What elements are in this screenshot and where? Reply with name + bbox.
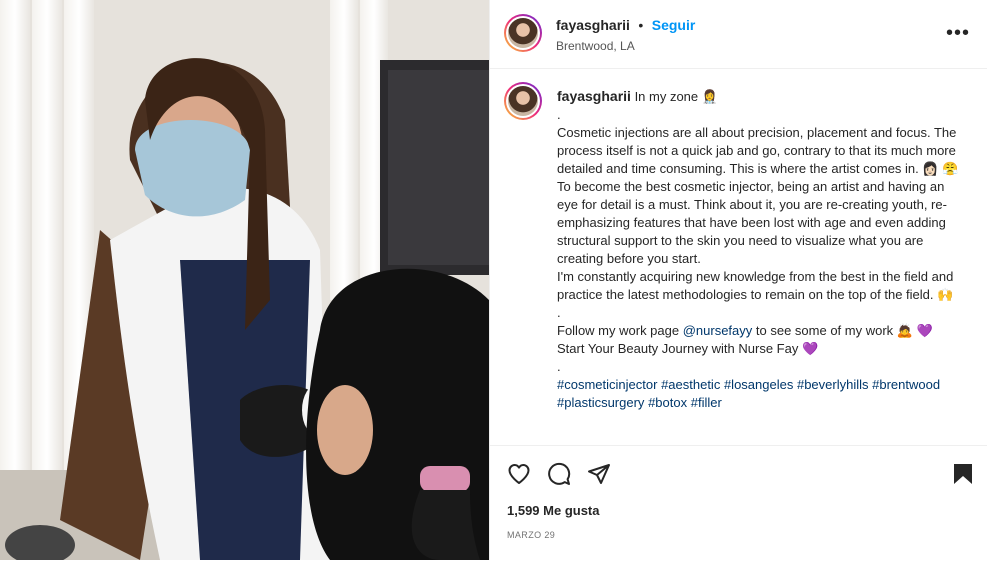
mention-link[interactable]: @nursefayy [683,323,753,338]
avatar-image [508,18,538,48]
caption-paragraph: To become the best cosmetic injector, be… [557,179,947,266]
bookmark-icon[interactable] [952,462,974,486]
avatar-image [508,86,538,116]
caption-avatar[interactable] [504,82,542,120]
more-options-icon[interactable]: ••• [946,22,970,45]
separator-dot: • [638,17,644,33]
caption-paragraph: Cosmetic injections are all about precis… [557,125,959,176]
hashtag-link[interactable]: #brentwood [872,377,940,392]
follow-button[interactable]: Seguir [652,17,696,33]
caption-first-line: In my zone 👩‍⚕️ [634,89,718,104]
caption-dot: . [557,359,561,374]
avatar[interactable] [504,14,542,52]
comment-icon[interactable] [547,462,571,486]
caption-paragraph: I'm constantly acquiring new knowledge f… [557,269,954,302]
caption-journey: Start Your Beauty Journey with Nurse Fay… [557,341,819,356]
post-sidebar: fayasgharii • Seguir Brentwood, LA ••• f… [489,0,987,560]
post-image [0,0,489,560]
caption-follow-text: to see some of my work 🙇 💜 [752,323,933,338]
hashtag-link[interactable]: #losangeles [724,377,793,392]
hashtag-link[interactable]: #beverlyhills [797,377,869,392]
post-date[interactable]: MARZO 29 [507,530,555,540]
caption-area: fayasgharii In my zone 👩‍⚕️ . Cosmetic i… [490,69,987,445]
caption-dot: . [557,107,561,122]
caption-dot: . [557,305,561,320]
hashtag-link[interactable]: #botox [648,395,687,410]
hashtag-link[interactable]: #plasticsurgery [557,395,644,410]
post-photo[interactable] [0,0,489,560]
hashtag-list: #cosmeticinjector #aesthetic #losangeles… [557,376,967,412]
post-header: fayasgharii • Seguir Brentwood, LA ••• [490,0,987,69]
header-username[interactable]: fayasgharii [556,17,630,33]
hashtag-link[interactable]: #cosmeticinjector [557,377,657,392]
hashtag-link[interactable]: #filler [691,395,722,410]
heart-icon[interactable] [507,462,531,486]
caption-follow-text: Follow my work page [557,323,683,338]
caption-text: fayasgharii In my zone 👩‍⚕️ . Cosmetic i… [557,87,967,412]
post-actions: 1,599 Me gusta MARZO 29 [490,445,987,561]
caption-username[interactable]: fayasgharii [557,88,631,104]
hashtag-link[interactable]: #aesthetic [661,377,720,392]
location-link[interactable]: Brentwood, LA [556,39,635,53]
share-icon[interactable] [587,462,611,486]
like-count[interactable]: 1,599 Me gusta [507,503,600,518]
